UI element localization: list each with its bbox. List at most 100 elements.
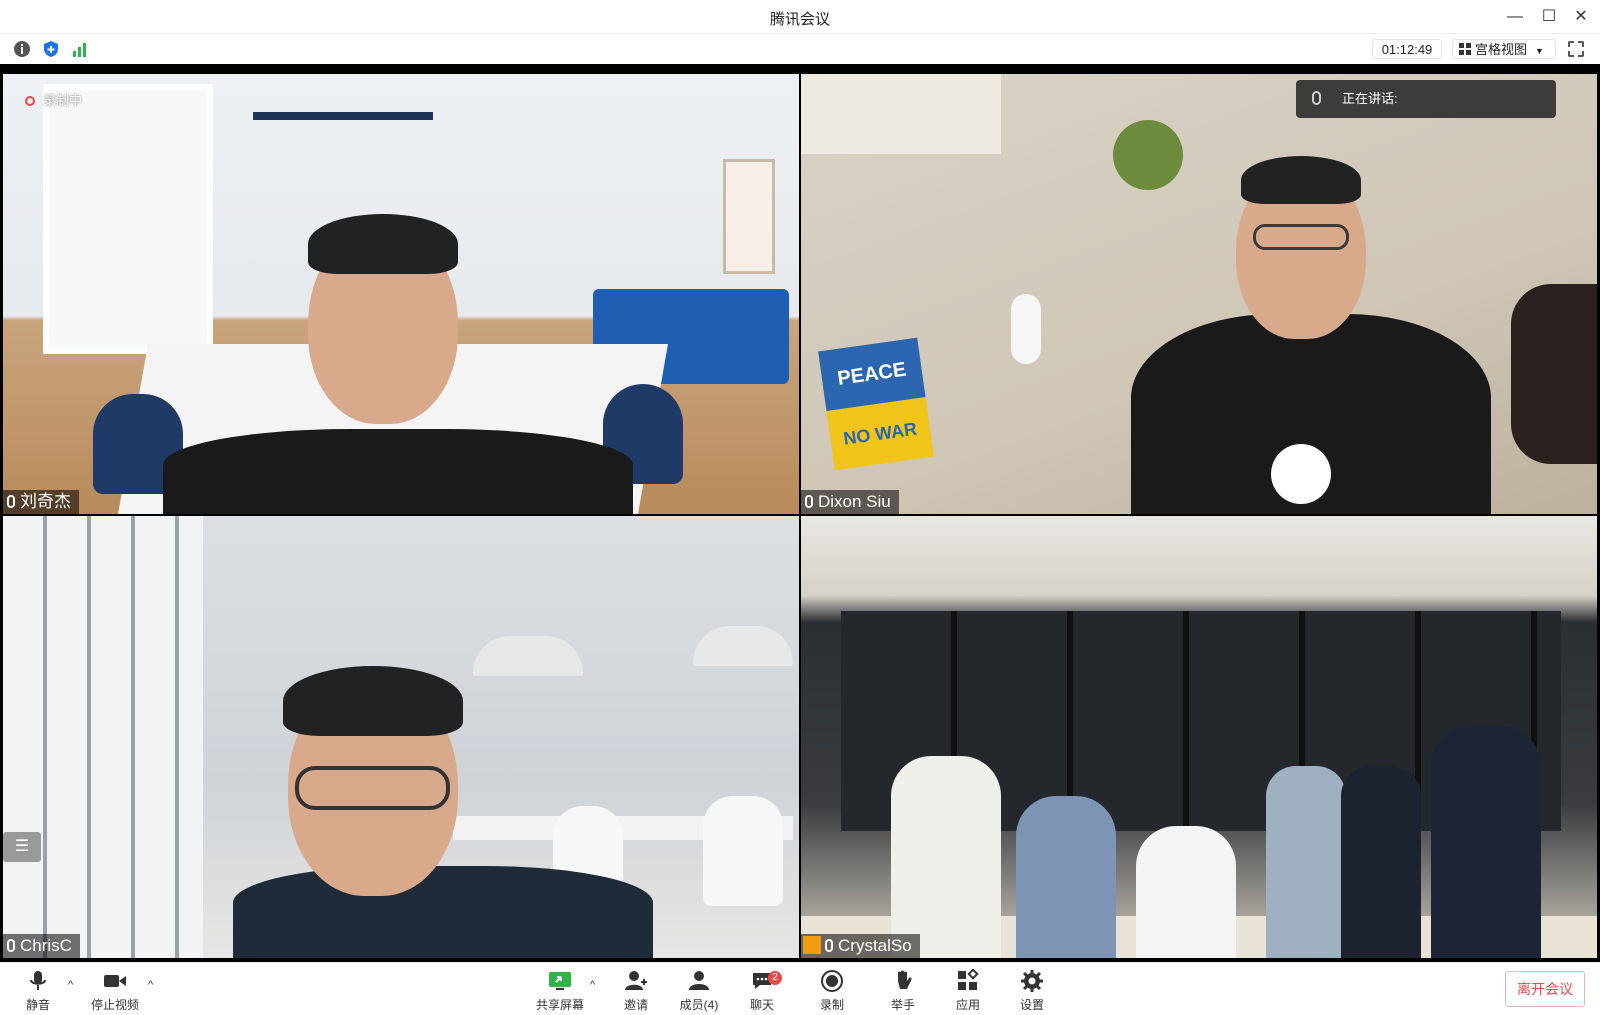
microphone-icon bbox=[825, 939, 833, 952]
video-tile[interactable]: CrystalSo bbox=[801, 516, 1597, 958]
control-bar: 静音 ^ 停止视频 ^ 共享屏幕 ^ 邀请 成员(4) 聊天 2 录制 举手 应… bbox=[0, 962, 1600, 1015]
fullscreen-icon[interactable] bbox=[1568, 41, 1584, 57]
gear-icon bbox=[1019, 969, 1045, 993]
participant-name-tag: Dixon Siu bbox=[801, 490, 899, 514]
settings-button[interactable]: 设置 bbox=[1002, 967, 1062, 1013]
leave-meeting-button[interactable]: 离开会议 bbox=[1505, 971, 1585, 1007]
wall-art-decor bbox=[723, 159, 775, 274]
video-grid: 录制中 刘奇杰 PEACE NO WAR Dixon Siu ChrisC Cr… bbox=[0, 64, 1600, 962]
recording-indicator: 录制中 bbox=[25, 90, 82, 109]
minimize-icon[interactable]: — bbox=[1502, 6, 1528, 28]
maximize-icon[interactable]: ☐ bbox=[1536, 6, 1562, 28]
pendant-lamp-decor bbox=[693, 626, 793, 666]
microphone-icon bbox=[805, 495, 813, 508]
unread-badge: 2 bbox=[768, 971, 782, 985]
mute-button[interactable]: 静音 bbox=[8, 967, 68, 1013]
sign-text-bottom: NO WAR bbox=[842, 418, 919, 449]
chevron-up-icon[interactable]: ^ bbox=[68, 979, 73, 991]
speaking-indicator: 正在讲话: bbox=[1296, 80, 1556, 118]
recording-label: 录制中 bbox=[43, 93, 83, 108]
participant-name-tag: 刘奇杰 bbox=[3, 490, 79, 514]
microphone-icon bbox=[7, 939, 15, 952]
chevron-up-icon[interactable]: ^ bbox=[590, 979, 595, 991]
camera-icon bbox=[102, 969, 128, 993]
record-label: 录制 bbox=[819, 998, 844, 1012]
microphone-icon bbox=[25, 969, 51, 993]
glasses-decor bbox=[1253, 224, 1349, 250]
lamp-decor bbox=[253, 112, 433, 120]
settings-label: 设置 bbox=[1019, 998, 1044, 1012]
record-icon bbox=[819, 969, 845, 993]
apps-icon bbox=[955, 968, 981, 993]
signal-icon[interactable] bbox=[70, 39, 90, 59]
meeting-timer: 01:12:49 bbox=[1372, 39, 1442, 59]
person-figure bbox=[1341, 766, 1421, 958]
invite-button[interactable]: 邀请 bbox=[606, 967, 666, 1013]
members-label: 成员(4) bbox=[679, 998, 719, 1012]
video-tile[interactable]: ChrisC bbox=[3, 516, 799, 958]
apps-button[interactable]: 应用 bbox=[938, 967, 998, 1013]
member-list-toggle-icon[interactable]: ☰ bbox=[3, 832, 41, 862]
share-screen-button[interactable]: 共享屏幕 bbox=[530, 967, 590, 1013]
pendant-lamp-decor bbox=[473, 636, 583, 676]
plant-decor bbox=[1113, 120, 1183, 190]
close-icon[interactable]: ✕ bbox=[1568, 6, 1594, 28]
window-title: 腾讯会议 bbox=[769, 11, 830, 28]
meeting-window: 腾讯会议 — ☐ ✕ 01:12:49 宫格视图 ▼ 录制中 刘奇杰 PEACE… bbox=[0, 0, 1600, 1015]
participant-name-tag: ChrisC bbox=[3, 934, 80, 958]
person-figure bbox=[891, 756, 1001, 958]
chevron-down-icon: ▼ bbox=[1535, 46, 1544, 56]
window-decor bbox=[3, 516, 203, 958]
shelf-decor bbox=[801, 74, 1001, 154]
record-button[interactable]: 录制 bbox=[802, 967, 862, 1013]
person-figure bbox=[1431, 726, 1541, 958]
participant-name: Dixon Siu bbox=[818, 492, 891, 511]
chat-button[interactable]: 聊天 2 bbox=[732, 967, 792, 1013]
participant-name: ChrisC bbox=[20, 936, 72, 955]
title-bar: 腾讯会议 — ☐ ✕ bbox=[0, 0, 1600, 34]
window-decor bbox=[43, 84, 213, 354]
members-button[interactable]: 成员(4) bbox=[669, 967, 729, 1013]
person-figure bbox=[1136, 826, 1236, 958]
raise-hand-button[interactable]: 举手 bbox=[873, 967, 933, 1013]
speaking-label: 正在讲话: bbox=[1342, 91, 1398, 106]
share-screen-icon bbox=[547, 969, 573, 993]
video-tile[interactable]: 录制中 刘奇杰 bbox=[3, 74, 799, 514]
microphone-icon bbox=[1312, 91, 1321, 105]
record-dot-icon bbox=[25, 96, 35, 106]
host-icon bbox=[803, 936, 821, 954]
video-tile[interactable]: PEACE NO WAR Dixon Siu bbox=[801, 74, 1597, 514]
apps-label: 应用 bbox=[955, 998, 980, 1012]
participant-name: CrystalSo bbox=[838, 936, 912, 955]
person-figure bbox=[1016, 796, 1116, 958]
stop-video-button[interactable]: 停止视频 bbox=[85, 967, 145, 1013]
participant-name: 刘奇杰 bbox=[20, 492, 71, 511]
shield-icon[interactable] bbox=[41, 39, 61, 59]
person-hair bbox=[1241, 156, 1361, 204]
microphone-icon bbox=[7, 495, 15, 508]
stop-video-label: 停止视频 bbox=[90, 998, 139, 1012]
hand-icon bbox=[890, 969, 916, 993]
grid-icon bbox=[1459, 43, 1471, 55]
mute-label: 静音 bbox=[25, 998, 50, 1012]
raise-hand-label: 举手 bbox=[890, 998, 915, 1012]
chair-decor bbox=[703, 796, 783, 906]
chevron-up-icon[interactable]: ^ bbox=[148, 979, 153, 991]
shirt-print-decor bbox=[1271, 444, 1331, 504]
info-icon[interactable] bbox=[12, 39, 32, 59]
members-icon bbox=[686, 969, 712, 993]
meeting-info-bar: 01:12:49 宫格视图 ▼ bbox=[0, 34, 1600, 64]
view-mode-dropdown[interactable]: 宫格视图 ▼ bbox=[1452, 39, 1556, 59]
glasses-decor bbox=[295, 766, 450, 810]
add-user-icon bbox=[623, 969, 649, 993]
peace-sign: PEACE NO WAR bbox=[818, 337, 934, 471]
view-mode-label: 宫格视图 bbox=[1475, 42, 1528, 57]
participant-name-tag: CrystalSo bbox=[801, 934, 920, 958]
person-body bbox=[233, 866, 653, 958]
microphone-stand-decor bbox=[1511, 284, 1597, 464]
person-hair bbox=[308, 214, 458, 274]
chat-label: 聊天 bbox=[749, 998, 774, 1012]
person-figure bbox=[1266, 766, 1346, 958]
invite-label: 邀请 bbox=[623, 998, 648, 1012]
share-screen-label: 共享屏幕 bbox=[535, 998, 584, 1012]
